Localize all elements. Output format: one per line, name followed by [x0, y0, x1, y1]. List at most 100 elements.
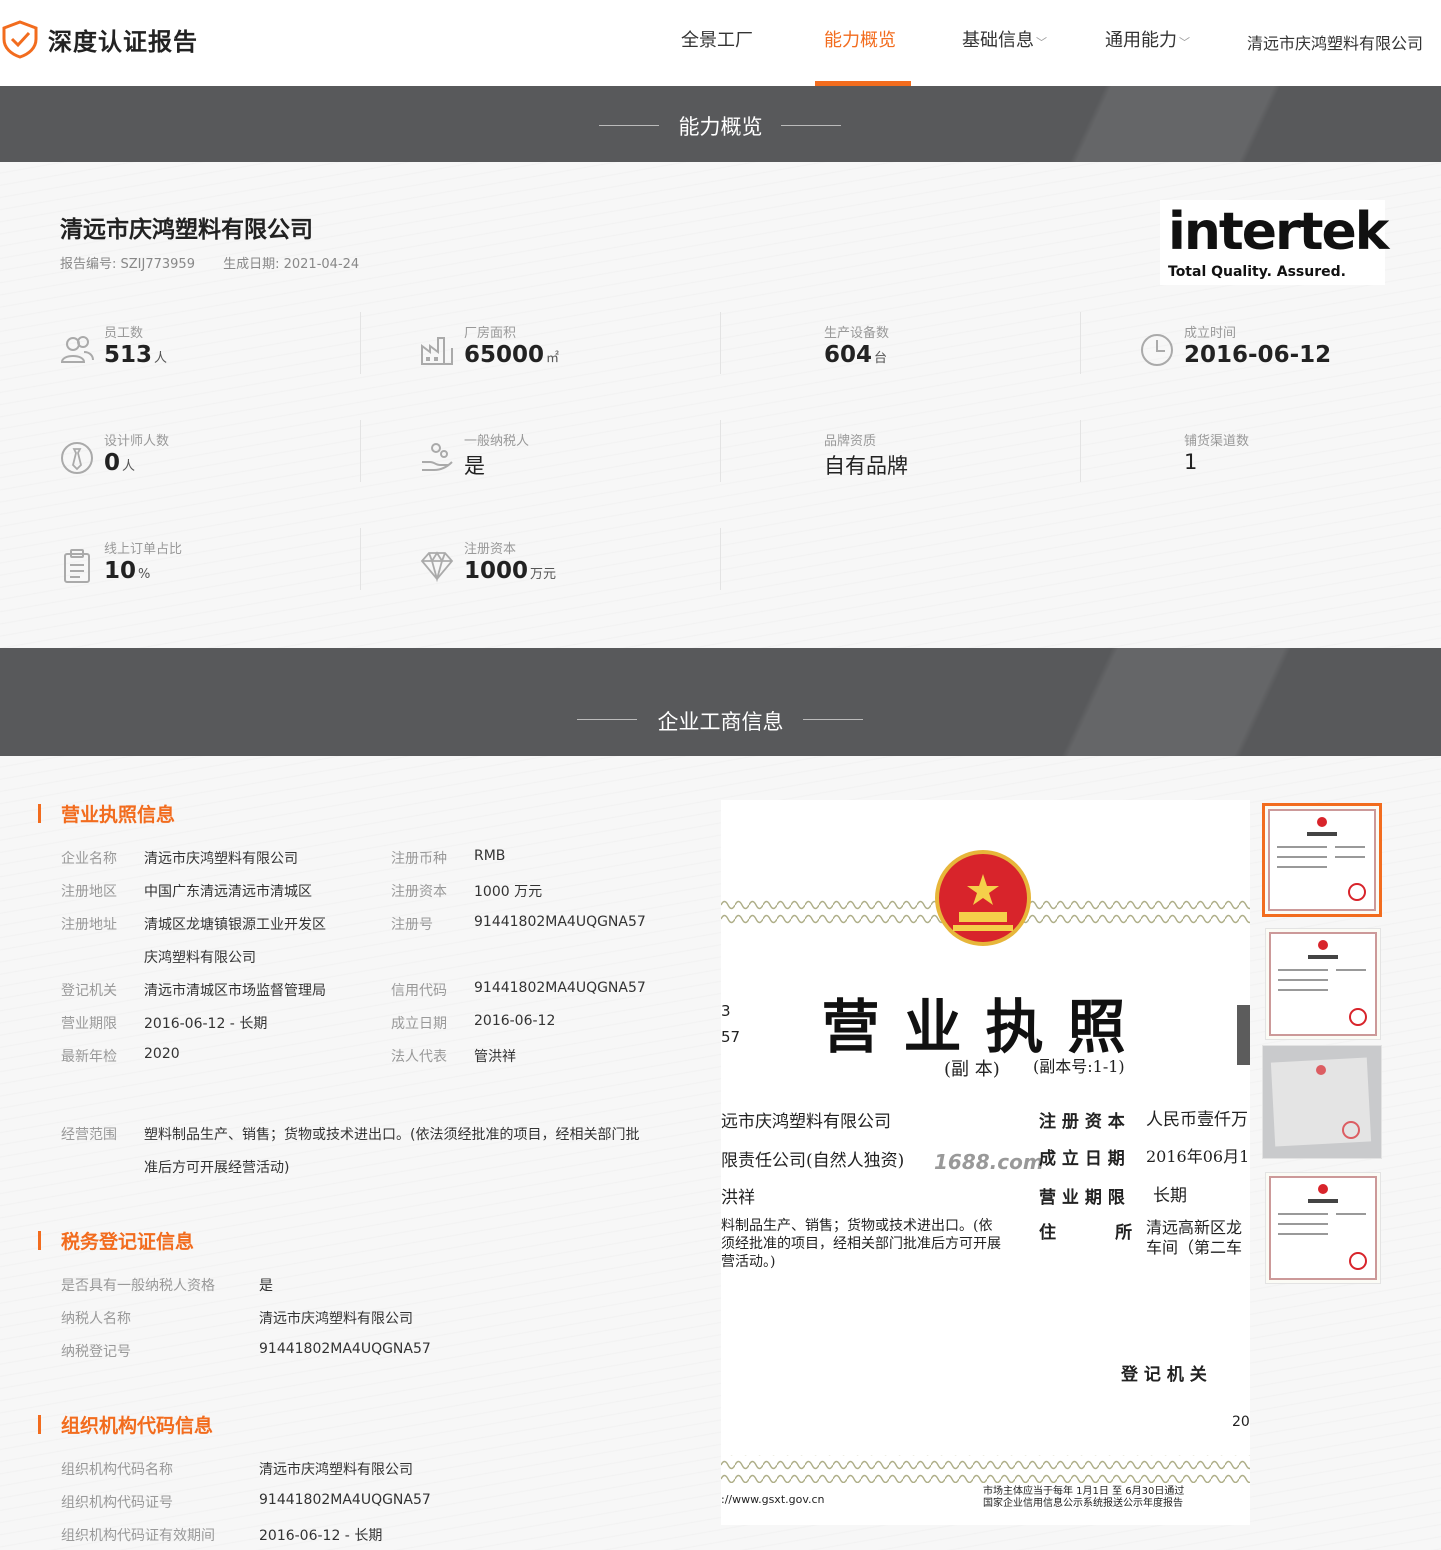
license-doc-row1-left: 远市庆鸿塑料有限公司	[721, 1112, 891, 1132]
license-reg-number: 注册号 91441802MA4UQGNA57	[391, 914, 646, 933]
license-credit-code: 信用代码 91441802MA4UQGNA57	[391, 980, 646, 999]
license-section-title: 营业执照信息	[38, 800, 175, 827]
license-doc-footer: 市场主体应当于每年 1月1日 至 6月30日通过 国家企业信用信息公示系统报送公…	[983, 1486, 1185, 1509]
stat-value: 是	[464, 454, 485, 478]
nav-panorama[interactable]: 全景工厂	[681, 26, 753, 52]
stat-label: 线上订单占比	[104, 542, 183, 557]
stat-channels: 铺货渠道数 1	[1140, 430, 1440, 500]
license-doc-copy-no: (副本号:1-1)	[1033, 1057, 1125, 1076]
license-legal-rep: 法人代表 管洪祥	[391, 1049, 516, 1065]
diamond-icon	[420, 551, 454, 583]
coins-hand-icon	[422, 443, 453, 471]
license-scope: 经营范围 塑料制品生产、销售；货物或技术进出口。(依法须经批准的项目，经相关部门批	[61, 1127, 640, 1143]
license-doc-authority: 登 记 机 关	[1121, 1365, 1207, 1385]
nav-basic-info[interactable]: 基础信息 ﹀	[962, 26, 1047, 52]
stat-label: 注册资本	[464, 542, 517, 557]
tax-general: 是否具有一般纳税人资格是	[61, 1278, 273, 1294]
license-company-name: 企业名称 清远市庆鸿塑料有限公司	[61, 851, 298, 867]
nav-overview[interactable]: 能力概览	[824, 26, 896, 52]
intertek-logo: intertek Total Quality. Assured.	[1160, 200, 1389, 285]
stat-designers: 设计师人数 0人	[60, 430, 360, 500]
stat-label: 成立时间	[1184, 326, 1237, 341]
license-doc-year: 20	[1232, 1414, 1250, 1430]
license-doc-copy: (副 本)	[944, 1059, 1000, 1080]
org-name: 组织机构代码名称 清远市庆鸿塑料有限公司	[61, 1462, 413, 1478]
license-address-line2: 庆鸿塑料有限公司	[144, 950, 256, 966]
stat-label: 厂房面积	[464, 326, 517, 341]
license-doc-row4-val: 清远高新区龙 车间（第二车	[1146, 1218, 1243, 1257]
license-image[interactable]: 营业执照 (副 本) (副本号:1-1) 3 57 远市庆鸿塑料有限公司 注 册…	[721, 800, 1250, 1525]
license-thumbnail-image	[1263, 1046, 1381, 1158]
license-doc-row3-left: 洪祥	[721, 1188, 755, 1208]
tax-number: 纳税登记号 91441802MA4UQGNA57	[61, 1341, 431, 1360]
people-icon	[60, 336, 94, 363]
stat-label: 设计师人数	[104, 434, 170, 449]
logo-tagline: Total Quality. Assured.	[1168, 264, 1346, 280]
license-thumbnail-image	[1269, 1176, 1377, 1280]
report-date: 生成日期: 2021-04-24	[223, 257, 360, 272]
license-doc-row4-key: 住 所	[1039, 1223, 1133, 1243]
stat-value: 1000 万元	[464, 558, 557, 584]
stat-value: 513 人	[104, 342, 168, 368]
license-address: 注册地址 清城区龙塘镇银源工业开发区	[61, 917, 326, 933]
license-thumbnail-4[interactable]	[1265, 1172, 1381, 1284]
stat-factory-area: 厂房面积 65000 ㎡	[420, 322, 720, 392]
nav-basic-info-label: 基础信息	[962, 30, 1034, 51]
brand-title: 深度认证报告	[48, 27, 198, 56]
nav-company-link[interactable]: 清远市庆鸿塑料有限公司	[1247, 30, 1423, 54]
stat-value: 2016-06-12	[1184, 342, 1332, 368]
license-doc-row1-key: 注 册 资 本	[1039, 1112, 1125, 1132]
top-header: 深度认证报告 全景工厂 能力概览 基础信息 ﹀ 通用能力 ﹀ 清远市庆鸿塑料有限公司	[0, 0, 1441, 86]
license-thumbnail-1[interactable]	[1262, 803, 1382, 917]
license-currency: 注册币种 RMB	[391, 848, 506, 867]
license-thumbnail-image	[1268, 809, 1376, 911]
stat-label: 员工数	[104, 326, 144, 341]
report-number: 报告编号: SZIJ773959	[60, 257, 195, 272]
tax-section-title: 税务登记证信息	[38, 1227, 194, 1254]
license-doc-watermark: 1688.com	[934, 1150, 1044, 1174]
stat-value: 10%	[104, 558, 151, 584]
license-doc-left-num1: 3	[721, 1002, 731, 1020]
license-doc-row1-val: 人民币壹仟万	[1146, 1110, 1248, 1130]
license-scope-line2: 准后方可开展经营活动)	[144, 1160, 290, 1176]
clock-icon	[1141, 334, 1173, 366]
stat-label: 品牌资质	[824, 434, 877, 449]
license-doc-title: 营业执照	[821, 993, 1150, 1061]
license-doc-row3-key: 营 业 期 限	[1039, 1188, 1125, 1208]
org-valid-period: 组织机构代码证有效期间 2016-06-12 - 长期	[61, 1528, 383, 1544]
stat-value: 1	[1184, 450, 1198, 474]
stat-label: 生产设备数	[824, 326, 890, 341]
stat-value: 0人	[104, 450, 136, 476]
license-thumbnail-image	[1269, 932, 1377, 1036]
brand[interactable]: 深度认证报告	[0, 18, 198, 60]
license-region: 注册地区 中国广东清远清远市清城区	[61, 884, 312, 900]
license-doc-row2-val: 2016年06月12	[1146, 1147, 1250, 1166]
stat-general-taxpayer: 一般纳税人 是	[420, 430, 720, 500]
clipboard-icon	[64, 549, 90, 583]
license-doc-left-num2: 57	[721, 1028, 741, 1046]
license-doc-row2-key: 成 立 日 期	[1039, 1149, 1125, 1169]
org-number: 组织机构代码证号 91441802MA4UQGNA57	[61, 1492, 431, 1511]
business-banner-title: 企业工商信息	[657, 710, 784, 734]
org-section-title: 组织机构代码信息	[38, 1411, 213, 1438]
company-name: 清远市庆鸿塑料有限公司	[60, 217, 313, 243]
license-thumbnail-2[interactable]	[1265, 928, 1381, 1040]
chevron-down-icon: ﹀	[1036, 36, 1047, 49]
nav-general-capability[interactable]: 通用能力 ﹀	[1105, 26, 1190, 52]
report-meta: 报告编号: SZIJ773959 生成日期: 2021-04-24	[60, 253, 383, 272]
nav-general-capability-label: 通用能力	[1105, 30, 1177, 51]
overview-banner-title: 能力概览	[678, 115, 763, 139]
chevron-down-icon: ﹀	[1179, 36, 1190, 49]
logo-wordmark: intertek	[1168, 202, 1389, 262]
stat-label: 铺货渠道数	[1184, 434, 1250, 449]
business-banner: 企业工商信息	[0, 648, 1441, 756]
license-authority: 登记机关 清远市清城区市场监督管理局	[61, 983, 326, 999]
stat-online-orders: 线上订单占比 10%	[60, 538, 360, 608]
license-thumbnail-3[interactable]	[1262, 1045, 1382, 1159]
tax-name: 纳税人名称 清远市庆鸿塑料有限公司	[61, 1311, 413, 1327]
stat-value: 自有品牌	[824, 454, 908, 478]
stat-employees: 员工数 513 人	[60, 322, 360, 392]
license-capital: 注册资本 1000 万元	[391, 884, 543, 900]
emblem-icon	[935, 850, 1031, 946]
tie-icon	[61, 442, 93, 474]
